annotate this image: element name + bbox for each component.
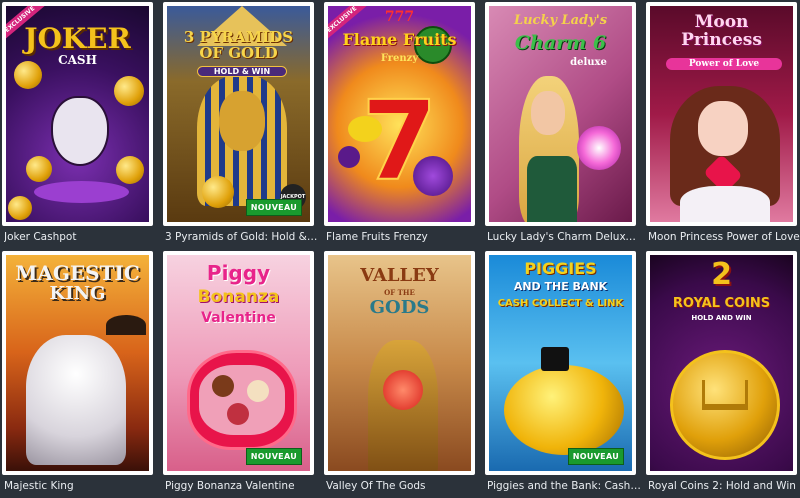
game-art-title: Moon Princess — [681, 12, 762, 50]
game-thumbnail[interactable]: PIGGIES AND THE BANK CASH COLLECT & LINK… — [485, 251, 636, 475]
game-title[interactable]: Lucky Lady's Charm Deluxe 6 — [487, 231, 641, 243]
game-title[interactable]: Flame Fruits Frenzy — [326, 231, 480, 243]
new-badge: NOUVEAU — [245, 199, 302, 216]
game-title[interactable]: 3 Pyramids of Gold: Hold & Win — [165, 231, 319, 243]
chocolate-icon — [227, 403, 249, 425]
game-tile[interactable]: PIGGIES AND THE BANK CASH COLLECT & LINK… — [483, 249, 644, 498]
game-thumbnail[interactable]: 3 PYRAMIDS OF GOLD HOLD & WIN JACKPOT NO… — [163, 2, 314, 226]
game-tile[interactable]: Lucky Lady's Charm 6 deluxe Lucky Lady's… — [483, 0, 644, 249]
game-tile[interactable]: MAGESTIC KING Majestic King — [0, 249, 161, 498]
game-art-title: MAGESTIC — [15, 261, 140, 285]
game-thumbnail[interactable]: Piggy Bonanza Valentine NOUVEAU — [163, 251, 314, 475]
game-title[interactable]: Piggies and the Bank: Cash Collect & Lin… — [487, 480, 641, 492]
game-art-subtitle: KING — [49, 283, 106, 304]
grapes-icon — [413, 156, 453, 196]
game-art-subtitle: HOLD & WIN — [197, 66, 287, 77]
princess-face-icon — [698, 101, 748, 156]
game-art-title: Lucky Lady's — [513, 13, 608, 28]
game-title[interactable]: Majestic King — [4, 480, 158, 492]
lion-icon — [26, 335, 126, 465]
game-title[interactable]: Valley Of The Gods — [326, 480, 480, 492]
game-thumbnail[interactable]: Lucky Lady's Charm 6 deluxe — [485, 2, 636, 226]
game-art-number: 2 — [711, 257, 732, 292]
heart-orb-icon — [383, 370, 423, 410]
game-art-subtitle: Frenzy — [380, 53, 419, 64]
game-thumbnail[interactable]: Moon Princess Power of Love — [646, 2, 797, 226]
game-art-title: ROYAL COINS — [672, 296, 771, 311]
crown-icon — [702, 380, 748, 410]
new-badge: NOUVEAU — [567, 448, 624, 465]
lady-face-icon — [531, 91, 565, 135]
game-tile[interactable]: 2 ROYAL COINS HOLD AND WIN Royal Coins 2… — [644, 249, 800, 498]
joker-face-icon — [51, 96, 109, 166]
game-art-title: Flame Fruits — [342, 30, 457, 49]
game-art-subtitle: GODS — [369, 297, 430, 318]
game-art-title: JOKER — [24, 22, 131, 55]
game-thumbnail[interactable]: MAGESTIC KING — [2, 251, 153, 475]
lemon-icon — [348, 116, 382, 142]
game-art-subtitle: Power of Love — [666, 58, 782, 70]
game-art-subtitle: AND THE BANK — [513, 280, 608, 293]
game-tile[interactable]: VALLEY OF THE GODS Valley Of The Gods — [322, 249, 483, 498]
game-thumbnail[interactable]: VALLEY OF THE GODS — [324, 251, 475, 475]
magic-orb-icon — [577, 126, 621, 170]
chocolate-icon — [212, 375, 234, 397]
game-art-extra: OF THE — [384, 288, 415, 297]
top-hat-icon — [541, 347, 569, 371]
game-tile[interactable]: 7 777 Flame Fruits Frenzy EXCLUSIVE Flam… — [322, 0, 483, 249]
game-grid: JOKER CASH EXCLUSIVE Joker Cashpot 3 PYR… — [0, 0, 800, 498]
game-tile[interactable]: 3 PYRAMIDS OF GOLD HOLD & WIN JACKPOT NO… — [161, 0, 322, 249]
game-thumbnail[interactable]: JOKER CASH EXCLUSIVE — [2, 2, 153, 226]
game-tile[interactable]: Moon Princess Power of Love Moon Princes… — [644, 0, 800, 249]
game-art-subtitle: Bonanza — [197, 287, 280, 307]
game-art-title: Piggy — [206, 261, 271, 285]
game-thumbnail[interactable]: 7 777 Flame Fruits Frenzy EXCLUSIVE — [324, 2, 475, 226]
game-tile[interactable]: Piggy Bonanza Valentine NOUVEAU Piggy Bo… — [161, 249, 322, 498]
grapes-icon — [338, 146, 360, 168]
game-art-subtitle: Charm 6 — [514, 32, 607, 54]
game-art-title: PIGGIES — [524, 259, 597, 278]
game-title[interactable]: Joker Cashpot — [4, 231, 158, 243]
new-badge: NOUVEAU — [245, 448, 302, 465]
game-art-extra: CASH COLLECT & LINK — [497, 298, 624, 309]
game-art-extra: deluxe — [570, 57, 607, 68]
game-art-extra: Valentine — [201, 310, 276, 326]
chocolate-icon — [247, 380, 269, 402]
golden-pig-icon — [504, 365, 624, 455]
game-art-subtitle: CASH — [58, 53, 97, 67]
game-art-title: VALLEY — [360, 265, 439, 286]
game-thumbnail[interactable]: 2 ROYAL COINS HOLD AND WIN — [646, 251, 797, 475]
game-art-subtitle: HOLD AND WIN — [691, 314, 752, 322]
game-title[interactable]: Royal Coins 2: Hold and Win — [648, 480, 800, 492]
game-tile[interactable]: JOKER CASH EXCLUSIVE Joker Cashpot — [0, 0, 161, 249]
game-art-title: 3 PYRAMIDS OF GOLD — [183, 28, 294, 62]
game-title[interactable]: Piggy Bonanza Valentine — [165, 480, 319, 492]
game-title[interactable]: Moon Princess Power of Love — [648, 231, 800, 243]
